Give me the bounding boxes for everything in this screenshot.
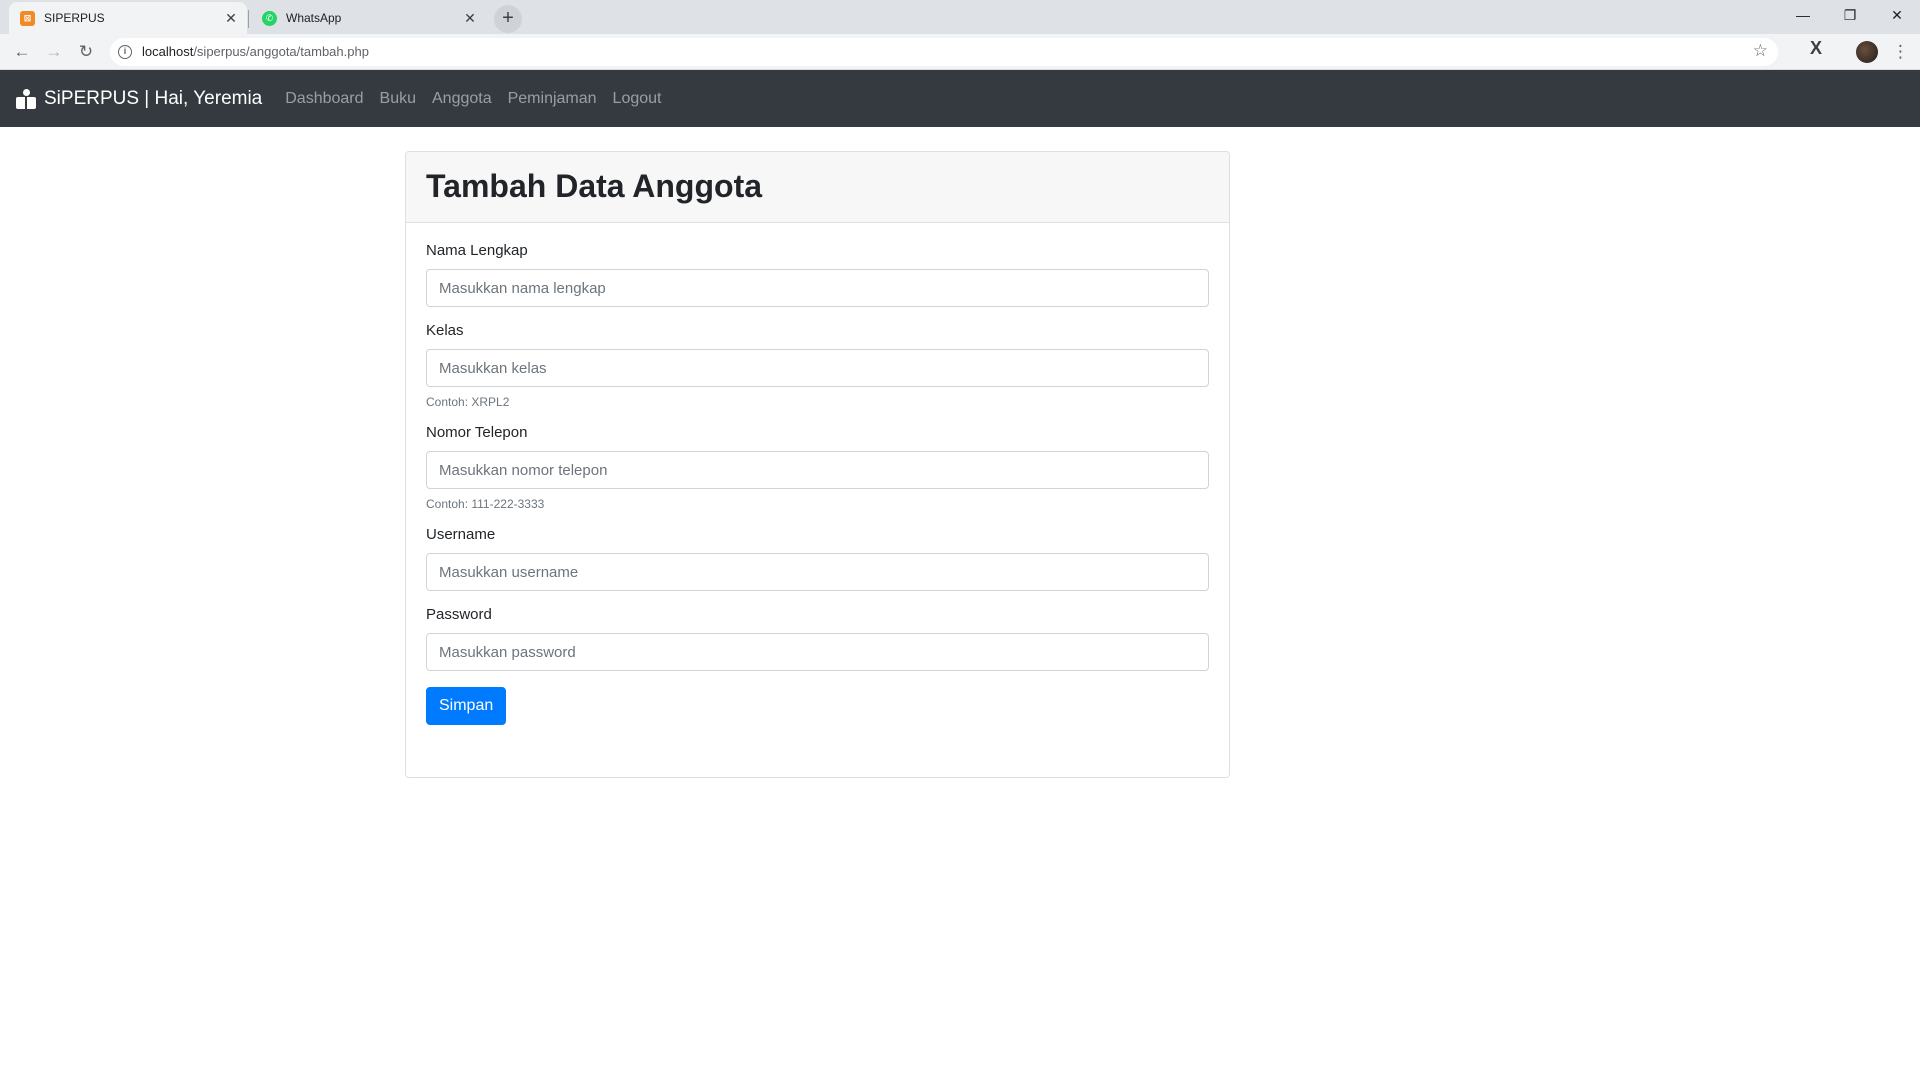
url-text[interactable]: localhost/siperpus/anggota/tambah.php	[142, 44, 369, 59]
extension-icon[interactable]: X	[1810, 38, 1822, 59]
kelas-input[interactable]	[426, 349, 1209, 387]
app-navbar: SiPERPUS | Hai, Yeremia Dashboard Buku A…	[0, 70, 1920, 127]
nama-lengkap-label: Nama Lengkap	[426, 242, 528, 259]
xampp-icon: ⊠	[20, 10, 35, 26]
nama-lengkap-input[interactable]	[426, 269, 1209, 307]
username-label: Username	[426, 526, 496, 543]
nav-peminjaman[interactable]: Peminjaman	[508, 90, 597, 108]
kelas-help-text: Contoh: XRPL2	[426, 395, 510, 409]
nomor-telepon-input[interactable]	[426, 451, 1209, 489]
profile-avatar[interactable]	[1856, 41, 1878, 63]
back-icon[interactable]: ←	[8, 38, 36, 66]
page-title: Tambah Data Anggota	[426, 168, 763, 204]
card-header: Tambah Data Anggota	[406, 152, 1229, 223]
tab-title: SIPERPUS	[44, 11, 105, 25]
reader-icon	[16, 88, 37, 109]
tab-divider	[248, 10, 249, 28]
password-input[interactable]	[426, 633, 1209, 671]
new-tab-button[interactable]: +	[494, 5, 522, 33]
minimize-button[interactable]: —	[1780, 0, 1826, 30]
bookmark-star-icon[interactable]: ☆	[1753, 41, 1768, 61]
browser-menu-icon[interactable]: ⋮	[1892, 38, 1909, 66]
nav-links: Dashboard Buku Anggota Peminjaman Logout	[285, 90, 677, 108]
nomor-telepon-label: Nomor Telepon	[426, 424, 528, 441]
whatsapp-icon: ✆	[262, 10, 277, 26]
tab-title: WhatsApp	[286, 11, 342, 25]
reload-icon[interactable]: ↻	[72, 38, 100, 66]
brand-text: SiPERPUS | Hai, Yeremia	[44, 87, 263, 109]
nav-anggota[interactable]: Anggota	[432, 90, 492, 108]
address-bar[interactable]: i localhost/siperpus/anggota/tambah.php …	[110, 38, 1778, 66]
browser-tabstrip: ⊠ SIPERPUS ✕ ✆ WhatsApp ✕ + — ❐ ✕	[0, 0, 1920, 34]
kelas-label: Kelas	[426, 322, 464, 339]
nav-dashboard[interactable]: Dashboard	[285, 90, 363, 108]
nav-buku[interactable]: Buku	[380, 90, 416, 108]
browser-tab-whatsapp[interactable]: ✆ WhatsApp ✕	[251, 2, 486, 34]
browser-toolbar: ← → ↻ i localhost/siperpus/anggota/tamba…	[0, 34, 1920, 70]
browser-tab-siperpus[interactable]: ⊠ SIPERPUS ✕	[9, 2, 247, 34]
password-label: Password	[426, 606, 492, 623]
field-group-password: Password	[426, 607, 1209, 671]
info-icon[interactable]: i	[118, 45, 132, 59]
field-group-kelas: Kelas Contoh: XRPL2	[426, 323, 1209, 409]
card-body: Nama Lengkap Kelas Contoh: XRPL2 Nomor T…	[406, 223, 1229, 745]
field-group-nama: Nama Lengkap	[426, 243, 1209, 307]
close-icon[interactable]: ✕	[223, 10, 239, 26]
form-card: Tambah Data Anggota Nama Lengkap Kelas C…	[405, 151, 1230, 778]
restore-button[interactable]: ❐	[1827, 0, 1873, 30]
window-close-button[interactable]: ✕	[1874, 0, 1920, 30]
field-group-telepon: Nomor Telepon Contoh: 111-222-3333	[426, 425, 1209, 511]
forward-icon[interactable]: →	[40, 38, 68, 66]
navbar-brand[interactable]: SiPERPUS | Hai, Yeremia	[16, 88, 262, 110]
nav-logout[interactable]: Logout	[613, 90, 662, 108]
url-path: /siperpus/anggota/tambah.php	[193, 44, 369, 59]
telepon-help-text: Contoh: 111-222-3333	[426, 497, 545, 511]
url-host: localhost	[142, 44, 194, 59]
field-group-username: Username	[426, 527, 1209, 591]
username-input[interactable]	[426, 553, 1209, 591]
close-icon[interactable]: ✕	[462, 10, 478, 26]
simpan-button[interactable]: Simpan	[426, 687, 507, 725]
